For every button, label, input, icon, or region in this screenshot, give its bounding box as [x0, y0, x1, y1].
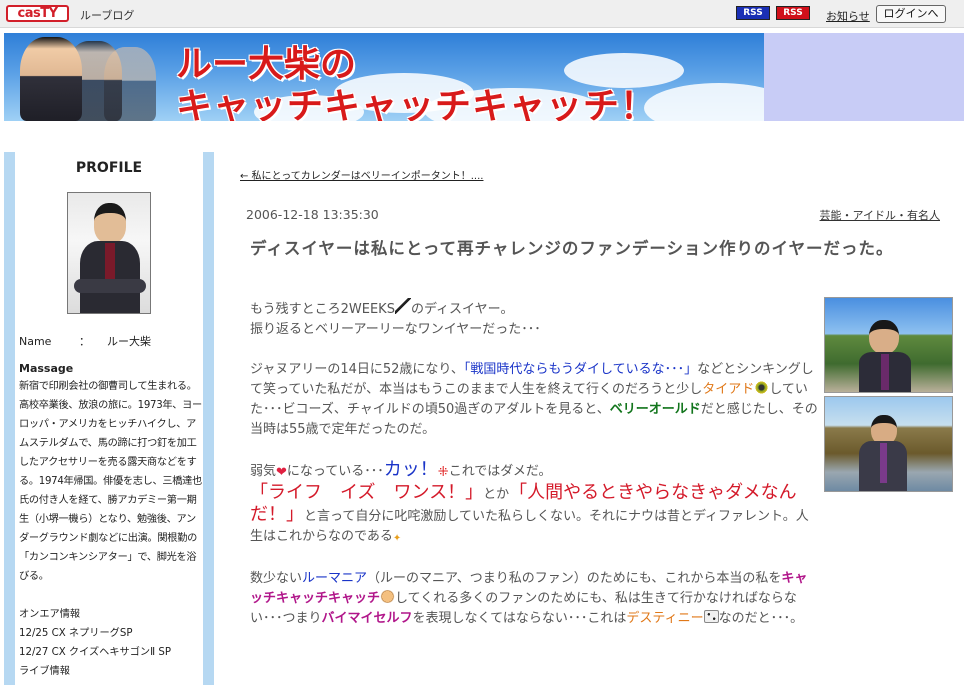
- sidebar: PROFILE Name ： ルー大柴 Massage 新宿で印刷会社の御曹司して生…: [4, 152, 214, 685]
- banner-title-line2: キャッチキャッチキャッチ！: [176, 86, 658, 121]
- profile-name-row: Name ： ルー大柴: [19, 333, 151, 349]
- casty-logo[interactable]: casTY: [6, 5, 69, 22]
- banner-person-figure: [20, 37, 82, 121]
- heart-icon: ❤: [276, 465, 287, 480]
- post-title: ディスイヤーは私にとって再チャレンジのファンデーション作りのイヤーだった。: [250, 239, 894, 258]
- text-run: なのだと･･･。: [718, 611, 804, 626]
- text-run: もう残すところ2WEEKS: [250, 302, 395, 317]
- text-run: これではダメだ。: [448, 464, 552, 479]
- banner-image: ルー大柴の キャッチキャッチキャッチ！: [4, 33, 764, 121]
- post-category-link[interactable]: 芸能・アイドル・有名人: [820, 207, 940, 223]
- name-value: ルー大柴: [107, 335, 151, 348]
- text-run-pink: バイマイセルフ: [321, 611, 413, 626]
- text-run: を表現しなくてはならない･･･これは: [412, 611, 627, 626]
- onair-heading: オンエア情報: [19, 609, 81, 620]
- post-photo-2[interactable]: [824, 396, 953, 492]
- profile-panel: PROFILE Name ： ルー大柴 Massage 新宿で印刷会社の御曹司して生…: [15, 152, 203, 685]
- dice-icon: [703, 610, 719, 623]
- profile-photo: [67, 192, 151, 314]
- top-bar: casTY ルーブログ RSS RSS お知らせ ログインへ: [0, 0, 964, 28]
- post-paragraph: 弱気❤になっている･･･カッ！⁜これではダメだ。 「ライフ イズ ワンス！」とか…: [250, 460, 820, 549]
- post-paragraph: もう残すところ2WEEKS のディスイヤー。 振り返るとベリーアーリーなワンイヤー…: [250, 298, 820, 340]
- massage-text: 新宿で印刷会社の御曹司して生まれる。高校卒業後、放浪の旅に。1973年、ヨーロッ…: [19, 381, 202, 582]
- text-run-red-large: 「ライフ イズ ワンス！」: [250, 482, 484, 503]
- post-date: 2006-12-18 13:35:30: [246, 207, 379, 222]
- rss-button-1[interactable]: RSS: [736, 6, 770, 20]
- massage-heading: Massage: [19, 362, 74, 375]
- sparkle-icon: ✦: [392, 533, 402, 544]
- login-button[interactable]: ログインへ: [876, 5, 946, 23]
- text-run-green: ベリーオールド: [609, 402, 701, 417]
- live-info-heading: ライブ情報: [19, 666, 70, 677]
- post-body: もう残すところ2WEEKS のディスイヤー。 振り返るとベリーアーリーなワンイヤー…: [250, 298, 820, 649]
- blog-banner[interactable]: ルー大柴の キャッチキャッチキャッチ！: [4, 33, 964, 121]
- text-run: とか: [483, 487, 510, 502]
- rss-button-2[interactable]: RSS: [776, 6, 810, 20]
- onair-item: 12/25 CX ネプリーグSP: [19, 628, 133, 639]
- post-paragraph: ジャヌアリーの14日に52歳になり、「戦国時代ならもうダイしているな･･･」など…: [250, 360, 820, 440]
- text-run-blue-large: カッ！: [383, 459, 438, 480]
- text-run: と言って自分に叱咤激励していた私らしくない。それにナウは昔とディファレント。人生…: [250, 509, 809, 544]
- post-photo-1[interactable]: [824, 297, 953, 393]
- blog-service-name[interactable]: ルーブログ: [80, 7, 134, 23]
- text-run-orange: デスティニー: [626, 611, 704, 626]
- text-run-blue: 「戦国時代ならもうダイしているな･･･」: [463, 362, 698, 377]
- running-figure-icon: [394, 298, 411, 314]
- text-run: （ルーのマニア、つまり私のファン）のためにも、これから本当の私を: [367, 571, 782, 586]
- text-run: 弱気: [250, 464, 277, 479]
- text-run: になっている･･･: [286, 464, 384, 479]
- text-run: 振り返るとベリーアーリーなワンイヤーだった･･･: [250, 322, 541, 337]
- text-run-orange: タイアド: [702, 382, 755, 397]
- onair-info: オンエア情報 12/25 CX ネプリーグSP 12/27 CX クイズヘキサゴ…: [19, 605, 203, 681]
- anger-icon: ⁜: [437, 465, 449, 480]
- name-label: Name: [19, 335, 52, 348]
- hand-icon: [380, 590, 396, 603]
- profile-heading: PROFILE: [75, 160, 143, 176]
- name-separator: ：: [79, 335, 90, 348]
- notice-link[interactable]: お知らせ: [826, 8, 870, 24]
- bug-icon: [754, 381, 770, 394]
- post-paragraph: 数少ないルーマニア（ルーのマニア、つまり私のファン）のためにも、これから本当の私…: [250, 569, 820, 629]
- previous-post-link[interactable]: ← 私にとってカレンダーはベリーインポータント！....: [240, 167, 483, 182]
- text-run: 数少ない: [250, 571, 303, 586]
- text-run-blue: ルーマニア: [302, 571, 368, 586]
- text-run: のディスイヤー。: [410, 302, 514, 317]
- onair-item: 12/27 CX クイズヘキサゴンⅡ SP: [19, 647, 171, 658]
- text-run: ジャヌアリーの14日に52歳になり、: [250, 362, 464, 377]
